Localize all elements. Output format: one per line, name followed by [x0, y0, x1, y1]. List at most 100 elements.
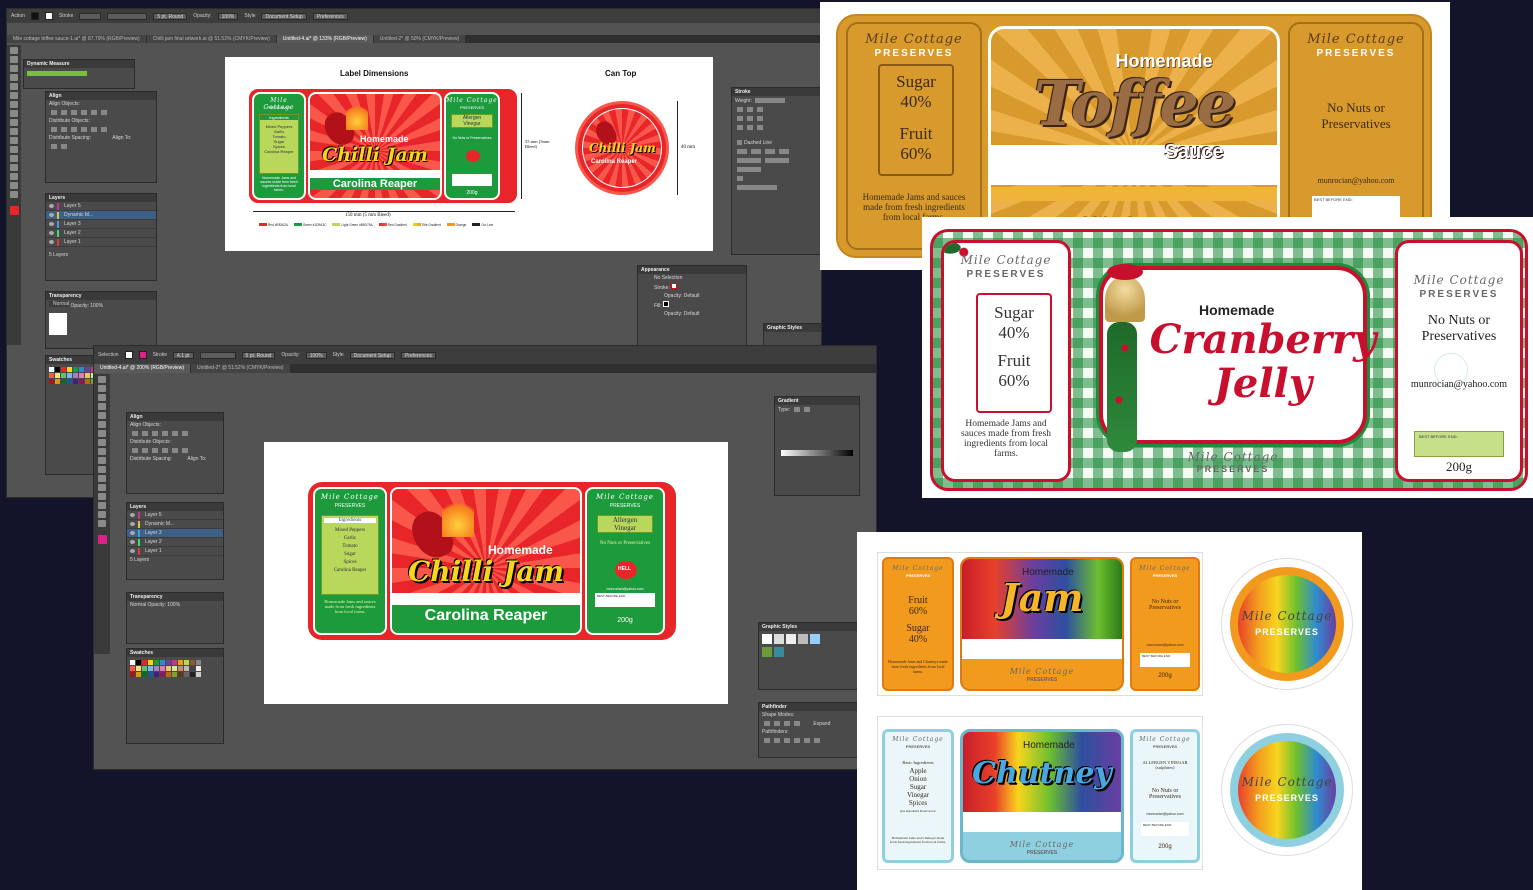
minus-back-icon[interactable]	[814, 738, 820, 743]
arrow-scale-field[interactable]	[737, 167, 761, 172]
align-hcenter-icon[interactable]	[142, 431, 148, 436]
appearance-stroke-label[interactable]: Stroke:	[654, 285, 670, 291]
visibility-eye-icon[interactable]	[49, 204, 54, 208]
opacity-field[interactable]: 100%	[305, 351, 327, 359]
corner-icon[interactable]	[737, 116, 743, 121]
rectangle-tool-icon[interactable]	[10, 101, 18, 108]
width-tool-icon[interactable]	[98, 475, 106, 482]
outline-icon[interactable]	[804, 738, 810, 743]
cap-square-icon[interactable]	[757, 107, 763, 112]
doc-tab-untitled-4[interactable]: Untitled-4.ai* @ 200% (RGB/Preview)	[94, 364, 190, 373]
visibility-eye-icon[interactable]	[49, 231, 54, 235]
distribute-left-icon[interactable]	[162, 448, 168, 453]
doc-tab-untitled-2[interactable]: Untitled-2* @ 51.52% (CMYK/Preview)	[191, 364, 290, 373]
opacity-mask-thumbnail[interactable]	[49, 313, 67, 335]
radial-gradient-icon[interactable]	[803, 407, 810, 412]
distribute-bottom-icon[interactable]	[71, 127, 77, 132]
paintbrush-tool-icon[interactable]	[10, 110, 18, 117]
align-stroke-outside-icon[interactable]	[757, 125, 763, 130]
fill-color-icon[interactable]	[97, 535, 107, 544]
align-right-icon[interactable]	[71, 110, 77, 115]
selection-tool-icon[interactable]	[98, 376, 106, 383]
distribute-top-icon[interactable]	[132, 448, 138, 453]
align-hcenter-icon[interactable]	[61, 110, 67, 115]
cap-icon[interactable]	[737, 107, 743, 112]
visibility-eye-icon[interactable]	[130, 531, 135, 535]
arrowhead-end-dropdown[interactable]	[765, 158, 789, 163]
layer-row[interactable]: Layer 5	[127, 511, 223, 520]
selection-tool-icon[interactable]	[10, 47, 18, 54]
fill-swatch[interactable]	[30, 12, 39, 20]
layer-row[interactable]: Layer 3	[127, 529, 223, 538]
pencil-tool-icon[interactable]	[98, 448, 106, 455]
minus-front-icon[interactable]	[774, 721, 780, 726]
exclude-icon[interactable]	[794, 721, 800, 726]
zoom-tool-icon[interactable]	[98, 520, 106, 527]
doc-tab-untitled-2[interactable]: Untitled-2* @ 50% (CMYK/Preview)	[373, 35, 466, 43]
align-vcenter-icon[interactable]	[91, 110, 97, 115]
appearance-opacity-default[interactable]: Opacity: Default	[638, 292, 746, 300]
layer-row[interactable]: Layer 1	[46, 238, 156, 247]
layer-row[interactable]: Layer 2	[46, 229, 156, 238]
brush-dropdown[interactable]: 5 pt. Round	[241, 351, 276, 359]
spacing-h-icon[interactable]	[61, 144, 67, 149]
distribute-left-icon[interactable]	[81, 127, 87, 132]
preferences-button[interactable]: Preferences	[400, 351, 436, 359]
variable-width-dropdown[interactable]	[107, 12, 148, 20]
type-tool-icon[interactable]	[10, 83, 18, 90]
pen-tool-icon[interactable]	[10, 74, 18, 81]
pencil-tool-icon[interactable]	[10, 119, 18, 126]
document-setup-button[interactable]: Document Setup	[261, 12, 307, 20]
intersect-icon[interactable]	[784, 721, 790, 726]
blend-mode-dropdown[interactable]: Normal	[49, 301, 70, 307]
visibility-eye-icon[interactable]	[130, 540, 135, 544]
gap-field[interactable]	[751, 149, 761, 154]
type-tool-icon[interactable]	[98, 412, 106, 419]
distribute-hcenter-icon[interactable]	[172, 448, 178, 453]
expand-button[interactable]: Expand	[813, 721, 830, 727]
magic-wand-tool-icon[interactable]	[10, 65, 18, 72]
line-tool-icon[interactable]	[10, 92, 18, 99]
stroke-swatch[interactable]	[44, 12, 53, 20]
appearance-fill-swatch[interactable]	[663, 301, 670, 307]
visibility-eye-icon[interactable]	[49, 222, 54, 226]
doc-tab-chilli[interactable]: Chilli jam final artwork.ai @ 51.52% (CM…	[146, 35, 276, 43]
gap-field[interactable]	[779, 149, 789, 154]
divide-icon[interactable]	[764, 738, 770, 743]
paintbrush-tool-icon[interactable]	[98, 439, 106, 446]
merge-icon[interactable]	[784, 738, 790, 743]
layer-row[interactable]: Layer 2	[127, 538, 223, 547]
preferences-button[interactable]: Preferences	[312, 12, 348, 20]
align-stroke-icon[interactable]	[737, 125, 743, 130]
stroke-weight-input[interactable]	[755, 98, 786, 103]
zoom-tool-icon[interactable]	[10, 191, 18, 198]
distribute-vcenter-icon[interactable]	[142, 448, 148, 453]
visibility-eye-icon[interactable]	[49, 213, 54, 217]
shape-builder-tool-icon[interactable]	[10, 155, 18, 162]
align-left-icon[interactable]	[132, 431, 138, 436]
line-tool-icon[interactable]	[98, 421, 106, 428]
hand-tool-icon[interactable]	[98, 511, 106, 518]
fill-swatch[interactable]	[124, 351, 133, 359]
align-top-icon[interactable]	[162, 431, 168, 436]
magic-wand-tool-icon[interactable]	[98, 394, 106, 401]
layer-row[interactable]: Dynamic M...	[46, 211, 156, 220]
visibility-eye-icon[interactable]	[130, 513, 135, 517]
rotate-tool-icon[interactable]	[10, 128, 18, 135]
gradient-tool-icon[interactable]	[10, 164, 18, 171]
width-tool-icon[interactable]	[10, 146, 18, 153]
dash-field[interactable]	[737, 149, 747, 154]
visibility-eye-icon[interactable]	[130, 522, 135, 526]
doc-tab-untitled-4[interactable]: Untitled-4.ai* @ 133% (RGB/Preview)	[276, 35, 373, 43]
unite-icon[interactable]	[764, 721, 770, 726]
doc-tab-toffee[interactable]: Mile cottage toffee sauce-1.ai* @ 87.79%…	[7, 35, 146, 43]
arrow-align-icon[interactable]	[737, 176, 743, 181]
crop-icon[interactable]	[794, 738, 800, 743]
fill-color-icon[interactable]	[9, 206, 19, 215]
layer-row[interactable]: Layer 5	[46, 202, 156, 211]
transparency-opacity-value[interactable]: 100%	[90, 303, 103, 309]
visibility-eye-icon[interactable]	[130, 549, 135, 553]
cap-round-icon[interactable]	[747, 107, 753, 112]
align-vcenter-icon[interactable]	[172, 431, 178, 436]
direct-select-tool-icon[interactable]	[98, 385, 106, 392]
